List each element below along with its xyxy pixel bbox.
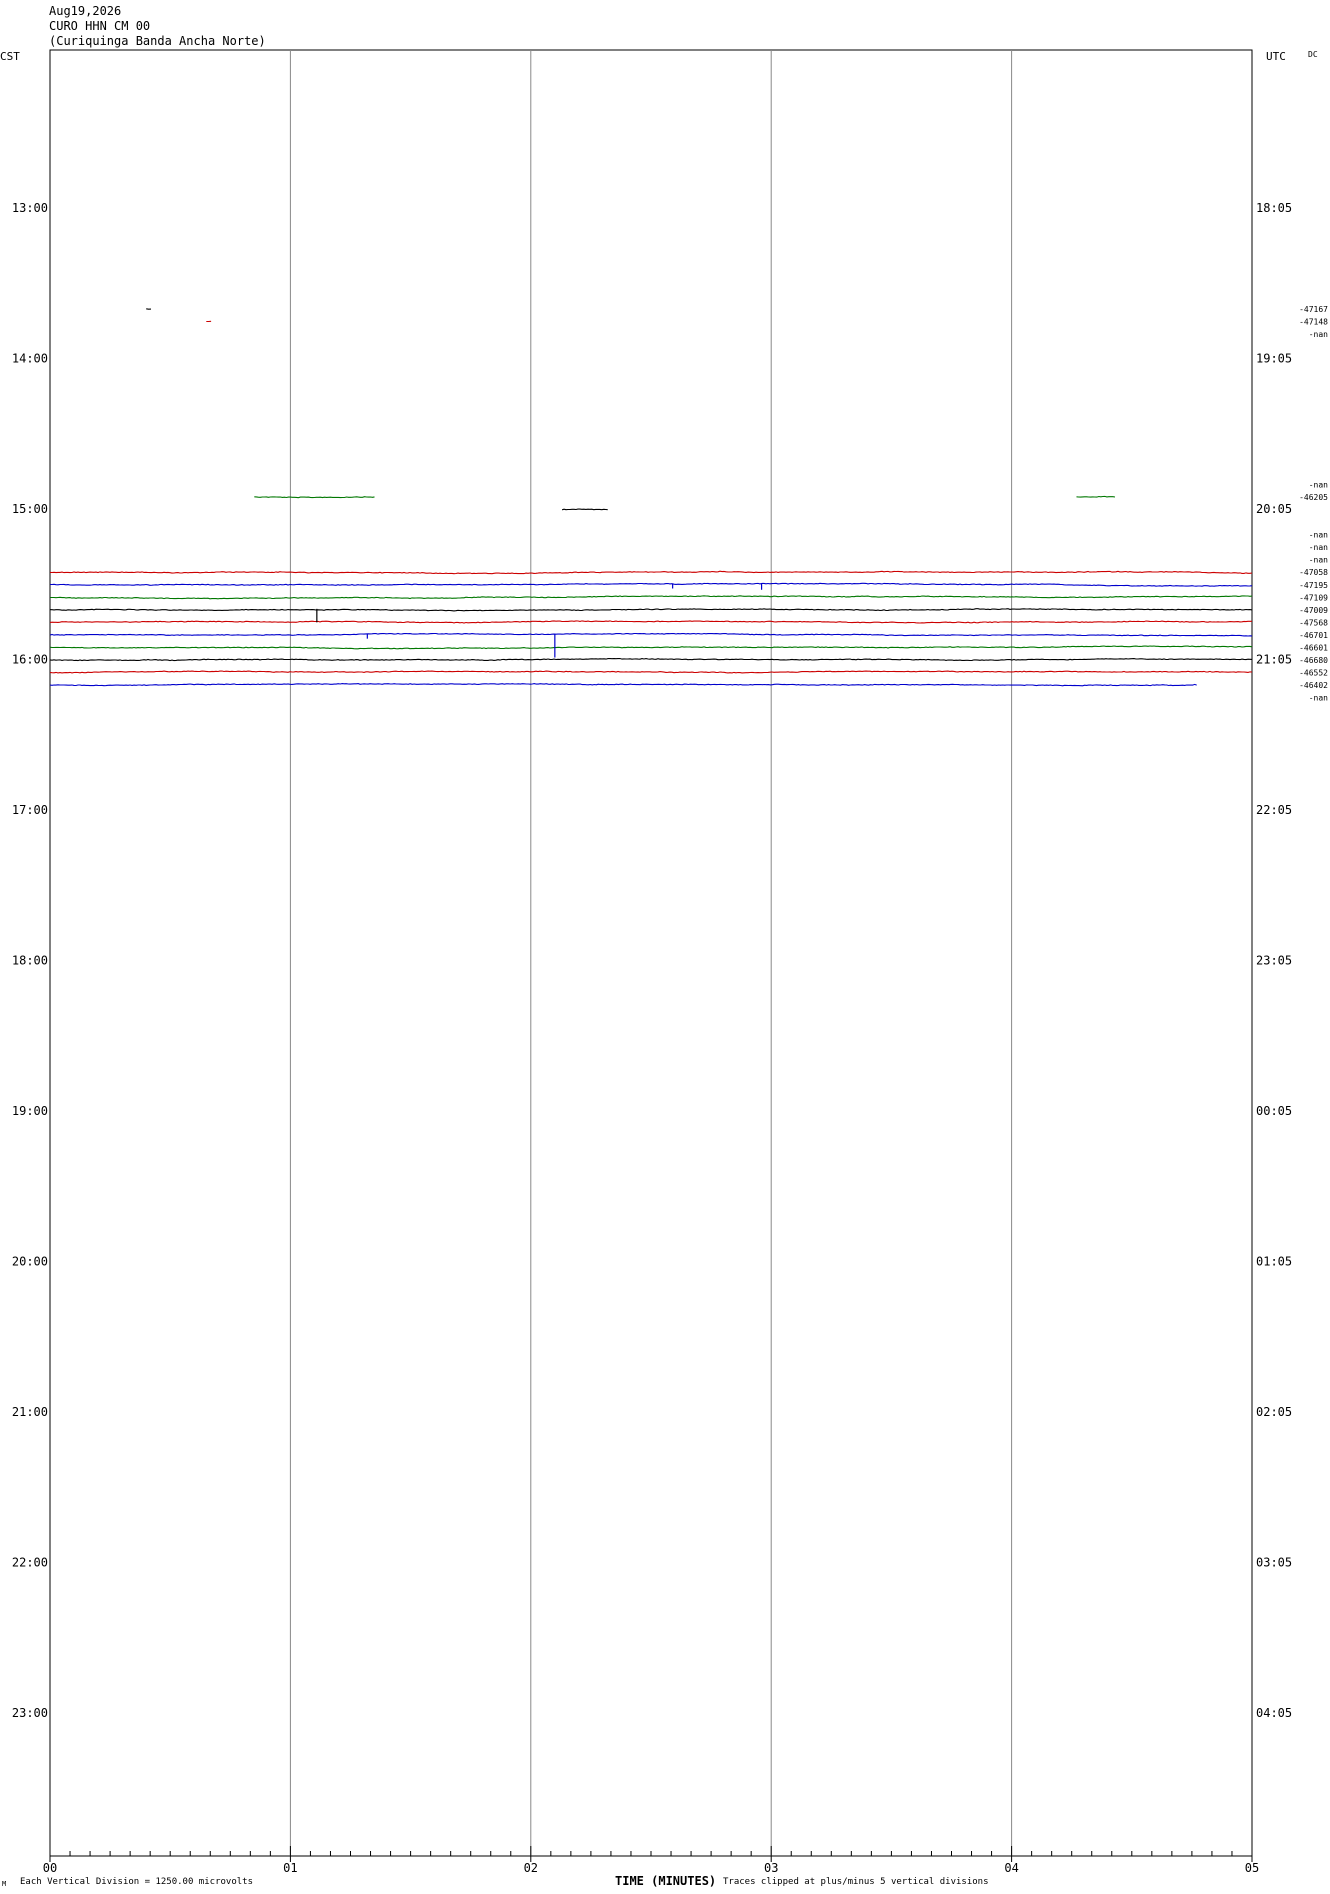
trace-row	[50, 608, 1253, 612]
row-value-label: -46701	[1299, 631, 1328, 640]
right-hour-label: 01:05	[1256, 1254, 1292, 1268]
row-value-label: -47568	[1299, 618, 1328, 627]
x-tick-label: 04	[1004, 1861, 1018, 1875]
trace-row	[49, 657, 1253, 662]
row-value-label: -47009	[1299, 606, 1328, 615]
x-tick-label: 00	[43, 1861, 57, 1875]
left-hour-label: 18:00	[12, 953, 48, 967]
footer-mark: M	[2, 1880, 7, 1888]
right-hour-label: 20:05	[1256, 502, 1292, 516]
trace-row	[1076, 495, 1116, 498]
row-value-label: -nan	[1309, 543, 1328, 552]
row-value-label: -46402	[1299, 681, 1328, 690]
x-tick-label: 03	[764, 1861, 778, 1875]
trace-row	[49, 645, 1253, 650]
left-hour-label: 22:00	[12, 1555, 48, 1569]
row-value-label: -46205	[1299, 493, 1328, 502]
x-tick-label: 02	[524, 1861, 538, 1875]
trace-row	[50, 582, 1253, 587]
trace-row	[49, 683, 1197, 687]
plot-frame	[49, 49, 1253, 1857]
row-value-label: -46552	[1299, 669, 1328, 678]
helicorder-plot: 00 01 02 03 04 05 13:00 14:00 15:00 16:00 17:00 18:…	[12, 49, 1328, 1875]
trace-row	[49, 670, 1253, 674]
row-value-label: -47058	[1299, 568, 1328, 577]
right-hour-label: 03:05	[1256, 1555, 1292, 1569]
row-value-label: -nan	[1309, 694, 1328, 703]
trace-row	[49, 620, 1252, 624]
left-hour-label: 14:00	[12, 351, 48, 365]
left-hour-label: 21:00	[12, 1405, 48, 1419]
row-value-label: -nan	[1309, 531, 1328, 540]
row-value-label: -47167	[1299, 305, 1328, 314]
trace-row	[49, 570, 1253, 575]
trace-row	[50, 595, 1253, 600]
row-value-label: -nan	[1309, 330, 1328, 339]
right-hour-label: 00:05	[1256, 1104, 1292, 1118]
trace-row	[561, 508, 608, 511]
left-hour-label: 23:00	[12, 1706, 48, 1720]
x-tick-label: 05	[1245, 1861, 1259, 1875]
right-hour-label: 02:05	[1256, 1405, 1292, 1419]
row-value-label: -47148	[1299, 317, 1328, 326]
left-hour-label: 19:00	[12, 1104, 48, 1118]
right-hour-label: 22:05	[1256, 803, 1292, 817]
left-hour-label: 13:00	[12, 201, 48, 215]
left-hour-label: 17:00	[12, 803, 48, 817]
footer-scale-note: Each Vertical Division = 1250.00 microvo…	[20, 1877, 253, 1887]
x-axis-label: TIME (MINUTES)	[615, 1874, 717, 1888]
trace-row	[254, 496, 375, 499]
right-hour-label: 23:05	[1256, 953, 1292, 967]
row-value-label: -46680	[1299, 656, 1328, 665]
right-hour-label: 04:05	[1256, 1706, 1292, 1720]
x-tick-label: 01	[283, 1861, 297, 1875]
trace-row	[49, 632, 1253, 637]
right-hour-label: 19:05	[1256, 351, 1292, 365]
footer-clip-note: Traces clipped at plus/minus 5 vertical …	[723, 1877, 989, 1887]
left-hour-label: 15:00	[12, 502, 48, 516]
row-value-label: -nan	[1309, 480, 1328, 489]
right-hour-label: 18:05	[1256, 201, 1292, 215]
right-hour-label: 21:05	[1256, 652, 1292, 666]
left-hour-label: 20:00	[12, 1254, 48, 1268]
row-value-label: -47195	[1299, 581, 1328, 590]
row-value-label: -nan	[1309, 556, 1328, 565]
left-hour-label: 16:00	[12, 652, 48, 666]
row-value-label: -46601	[1299, 643, 1328, 652]
row-value-label: -47109	[1299, 593, 1328, 602]
